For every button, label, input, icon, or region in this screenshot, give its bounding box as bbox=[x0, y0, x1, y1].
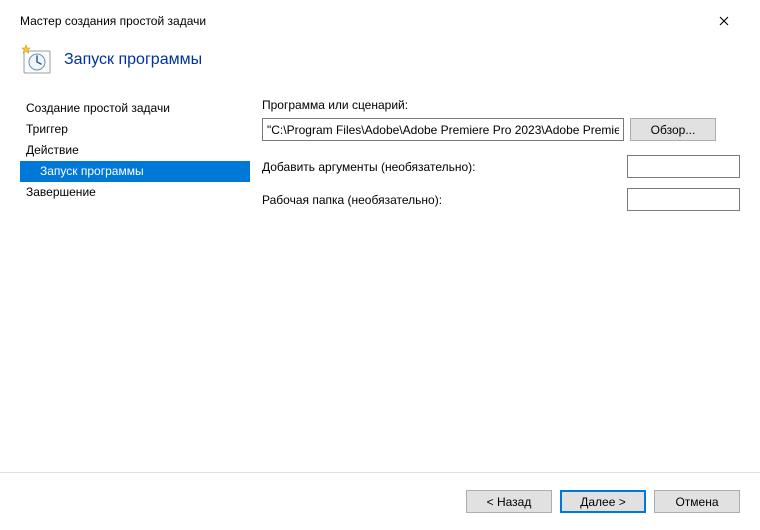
sidebar-item-trigger[interactable]: Триггер bbox=[20, 119, 250, 140]
wizard-main: Программа или сценарий: Обзор... Добавит… bbox=[250, 94, 740, 472]
arguments-label: Добавить аргументы (необязательно): bbox=[262, 160, 475, 174]
window-title: Мастер создания простой задачи bbox=[20, 14, 704, 28]
sidebar-item-create[interactable]: Создание простой задачи bbox=[20, 98, 250, 119]
wizard-body: Создание простой задачи Триггер Действие… bbox=[0, 94, 760, 472]
wizard-window: Мастер создания простой задачи Запуск пр… bbox=[0, 0, 760, 530]
close-icon[interactable] bbox=[704, 6, 744, 36]
wizard-header: Запуск программы bbox=[0, 42, 760, 94]
next-button[interactable]: Далее > bbox=[560, 490, 646, 513]
sidebar-item-finish[interactable]: Завершение bbox=[20, 182, 250, 203]
startdir-label: Рабочая папка (необязательно): bbox=[262, 193, 442, 207]
startdir-input[interactable] bbox=[627, 188, 740, 211]
page-title: Запуск программы bbox=[64, 51, 202, 69]
clock-new-icon bbox=[20, 44, 52, 76]
program-label: Программа или сценарий: bbox=[262, 98, 408, 112]
program-input[interactable] bbox=[262, 118, 624, 141]
titlebar: Мастер создания простой задачи bbox=[0, 0, 760, 42]
arguments-input[interactable] bbox=[627, 155, 740, 178]
sidebar-item-start-program[interactable]: Запуск программы bbox=[20, 161, 250, 182]
wizard-sidebar: Создание простой задачи Триггер Действие… bbox=[20, 94, 250, 472]
cancel-button[interactable]: Отмена bbox=[654, 490, 740, 513]
wizard-footer: < Назад Далее > Отмена bbox=[0, 472, 760, 530]
browse-button[interactable]: Обзор... bbox=[630, 118, 716, 141]
back-button[interactable]: < Назад bbox=[466, 490, 552, 513]
sidebar-item-action[interactable]: Действие bbox=[20, 140, 250, 161]
